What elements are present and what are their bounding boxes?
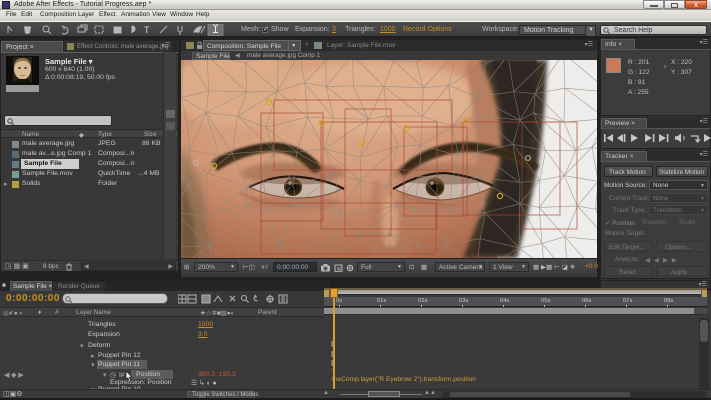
svg-text:T: T [144, 25, 150, 35]
